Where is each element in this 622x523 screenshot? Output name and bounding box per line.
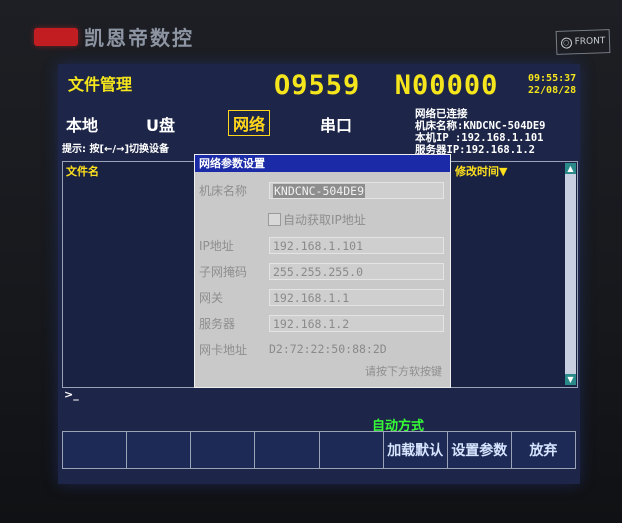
abandon-button[interactable]: 放弃 — [511, 432, 575, 468]
mac-address: D2:72:22:50:88:2D — [269, 342, 387, 356]
scroll-down-icon[interactable]: ▼ — [565, 374, 576, 385]
page-title: 文件管理 — [68, 75, 133, 94]
brand: 凯恩帝数控 — [34, 22, 194, 51]
dialog-title: 网络参数设置 — [195, 155, 450, 172]
command-prompt: >_ — [64, 388, 79, 401]
brand-logo — [34, 27, 78, 46]
set-params-button[interactable]: 设置参数 — [447, 432, 512, 468]
softkey-bar: 加载默认 设置参数 放弃 — [62, 431, 576, 469]
mask-field[interactable]: 255.255.255.0 — [269, 262, 444, 280]
cnc-screen: 文件管理 O9559 N00000 09:55:37 22/08/28 本地 U盘… — [58, 64, 580, 484]
scroll-up-icon[interactable]: ▲ — [565, 163, 576, 174]
clock: 09:55:37 22/08/28 — [528, 73, 577, 96]
front-label: ○ FRONT — [555, 29, 611, 55]
softkey-2[interactable] — [127, 432, 192, 468]
auto-ip-checkbox-row[interactable]: 自动获取IP地址 — [268, 211, 366, 228]
auto-ip-checkbox[interactable] — [268, 213, 281, 226]
server-row: 服务器 192.168.1.2 — [199, 314, 444, 332]
dialog-hint: 请按下方软按键 — [365, 365, 442, 378]
softkey-1[interactable] — [63, 432, 128, 468]
cnc-bezel: 凯恩帝数控 ○ FRONT 文件管理 O9559 N00000 09:55:37… — [0, 0, 622, 523]
softkey-4[interactable] — [255, 432, 320, 468]
tab-usb[interactable]: U盘 — [146, 112, 175, 136]
tab-serial[interactable]: 串口 — [320, 112, 352, 136]
program-number: O9559 N00000 — [274, 70, 499, 101]
mask-row: 子网掩码 255.255.255.0 — [199, 262, 444, 280]
tab-network[interactable]: 网络 — [228, 110, 271, 136]
machine-name-field[interactable]: KNDCNC-504DE9 — [269, 181, 444, 199]
machine-name-label: 机床名称 — [199, 183, 248, 198]
tab-local[interactable]: 本地 — [66, 112, 98, 136]
column-header-time[interactable]: 修改时间▼ — [455, 163, 507, 179]
circle-icon: ○ — [560, 36, 572, 49]
softkey-3[interactable] — [191, 432, 256, 468]
gateway-row: 网关 192.168.1.1 — [199, 288, 444, 306]
server-field[interactable]: 192.168.1.2 — [269, 314, 444, 332]
load-default-button[interactable]: 加载默认 — [383, 432, 448, 468]
softkey-5[interactable] — [319, 432, 384, 468]
ip-field[interactable]: 192.168.1.101 — [269, 236, 444, 254]
mac-row: 网卡地址 D2:72:22:50:88:2D — [199, 342, 387, 357]
machine-name-row: 机床名称 KNDCNC-504DE9 — [199, 181, 444, 199]
brand-name: 凯恩帝数控 — [84, 26, 194, 50]
scrollbar[interactable]: ▲ ▼ — [565, 163, 576, 385]
network-settings-dialog: 网络参数设置 机床名称 KNDCNC-504DE9 自动获取IP地址 IP地址 … — [194, 154, 451, 388]
gateway-field[interactable]: 192.168.1.1 — [269, 288, 444, 306]
ip-row: IP地址 192.168.1.101 — [199, 236, 444, 254]
hint-text: 提示: 按[←/→]切换设备 — [62, 144, 170, 155]
column-header-name[interactable]: 文件名 — [66, 163, 99, 179]
network-status: 网络已连接 机床名称:KNDCNC-504DE9 本机IP :192.168.1… — [415, 108, 546, 156]
